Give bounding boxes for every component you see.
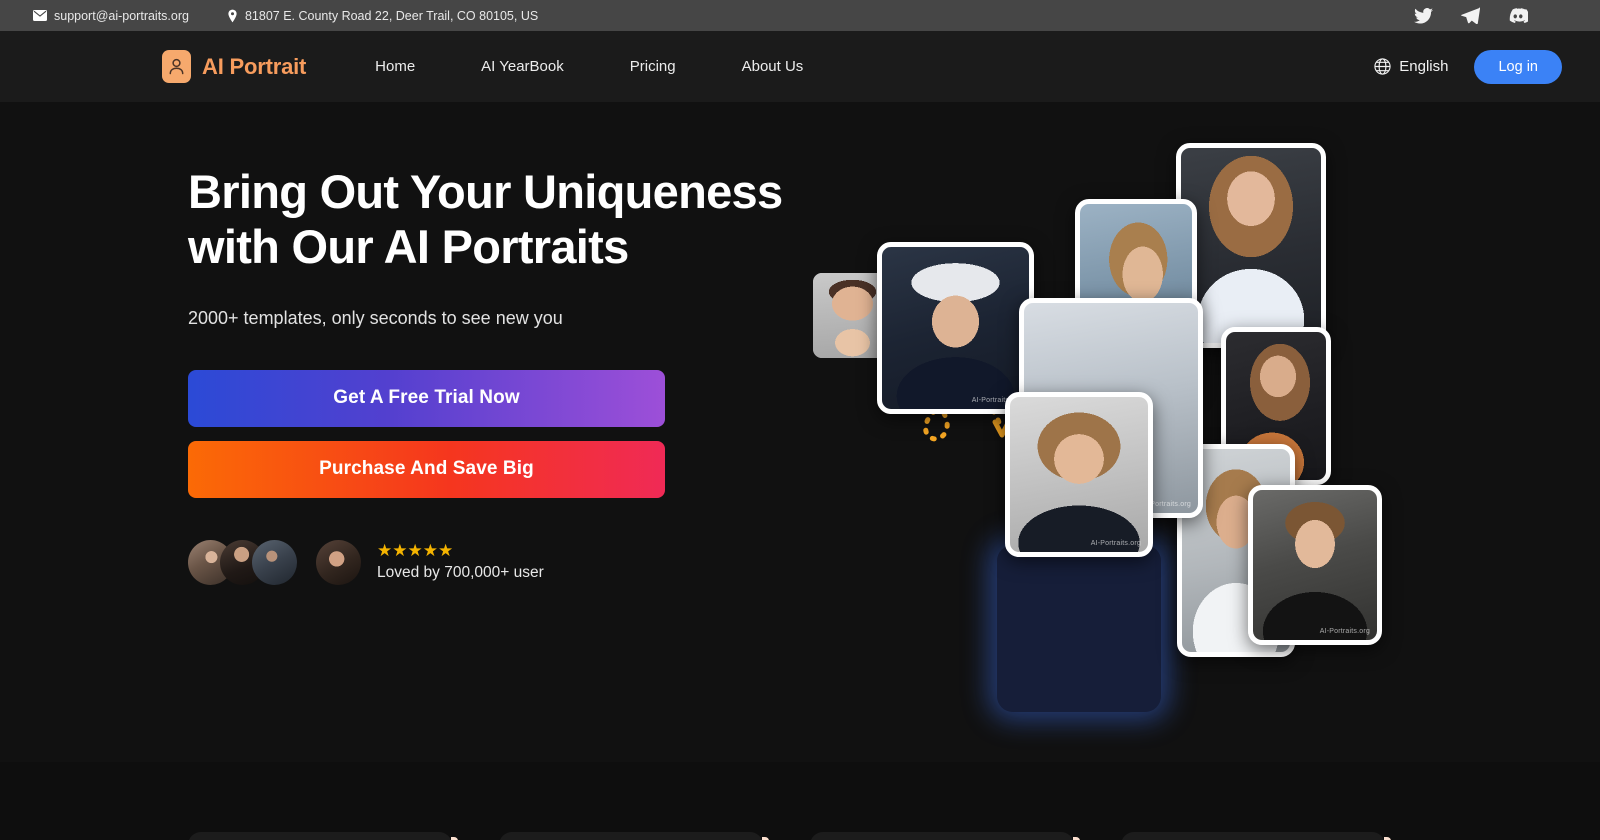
support-email[interactable]: support@ai-portraits.org [33, 9, 189, 23]
stat-card-templates: 2,000 Portrait Templates [188, 832, 452, 840]
social-links [1414, 7, 1574, 24]
user-avatar-icon [162, 50, 191, 83]
stat-card-visitors: 700,000 Visitors [810, 832, 1074, 840]
stats-row: 2,000 Portrait Templates 5 Seconds' Gene… [0, 832, 1600, 840]
nav-item-about-us[interactable]: About Us [709, 50, 837, 83]
tile-watermark: AI-Portraits.org [1090, 540, 1141, 547]
nav-item-ai-yearbook[interactable]: AI YearBook [448, 50, 597, 83]
nav-links: Home AI YearBook Pricing About Us [342, 50, 836, 83]
location-pin-icon [227, 9, 238, 23]
portrait-collage: AI-Portraits.org AI-Portraits.org AI-Por… [805, 102, 1425, 762]
hero-section: Bring Out Your Uniqueness with Our AI Po… [0, 102, 1600, 840]
brand-logo-group[interactable]: AI Portrait [162, 50, 306, 83]
globe-icon [1374, 58, 1391, 75]
twitter-icon[interactable] [1414, 7, 1433, 24]
company-address-text: 81807 E. County Road 22, Deer Trail, CO … [244, 8, 539, 23]
telegram-icon[interactable] [1461, 7, 1480, 24]
stat-card-wrap: 700,000 Visitors [810, 832, 1080, 840]
nav-right-group: English Log in [1374, 49, 1562, 84]
hero-title-line-2: with Our AI Portraits [188, 219, 629, 273]
discord-icon[interactable] [1508, 8, 1528, 23]
stat-card-portraits: 2 Million AI Portraits [1121, 832, 1385, 840]
language-selector[interactable]: English [1374, 58, 1448, 75]
envelope-icon [33, 10, 47, 21]
nav-item-pricing[interactable]: Pricing [597, 50, 709, 83]
avatar-group [188, 539, 361, 585]
language-label: English [1399, 58, 1449, 75]
stat-card-generation: 5 Seconds' Generation [499, 832, 763, 840]
loved-by-label: Loved by 700,000+ user [377, 564, 544, 582]
tile-business-suit[interactable]: AI-Portraits.org [1248, 485, 1382, 645]
company-address: 81807 E. County Road 22, Deer Trail, CO … [227, 9, 538, 23]
hero-content: Bring Out Your Uniqueness with Our AI Po… [188, 165, 828, 585]
rating-stars: ★★★★★ [377, 541, 454, 561]
top-utility-bar: support@ai-portraits.org 81807 E. County… [0, 0, 1600, 31]
tile-watermark: AI-Portraits.org [1319, 628, 1370, 635]
page-title: Bring Out Your Uniqueness with Our AI Po… [188, 165, 828, 275]
brand-name: AI Portrait [202, 53, 307, 79]
get-free-trial-button[interactable]: Get A Free Trial Now [188, 369, 665, 427]
tile-naval-officer[interactable]: AI-Portraits.org [877, 242, 1034, 414]
support-email-text: support@ai-portraits.org [54, 8, 189, 23]
tile-police-officer[interactable]: AI-Portraits.org [1005, 392, 1153, 557]
nav-item-home[interactable]: Home [342, 50, 448, 83]
stat-card-wrap: 2,000 Portrait Templates [188, 832, 458, 840]
purchase-save-big-button[interactable]: Purchase And Save Big [188, 440, 665, 498]
login-button[interactable]: Log in [1474, 49, 1562, 84]
avatar [316, 539, 361, 585]
hero-subtitle: 2000+ templates, only seconds to see new… [188, 307, 563, 328]
stat-card-wrap: 5 Seconds' Generation [499, 832, 769, 840]
stat-card-wrap: 2 Million AI Portraits [1121, 832, 1391, 840]
main-navigation: AI Portrait Home AI YearBook Pricing Abo… [0, 31, 1600, 102]
hero-title-line-1: Bring Out Your Uniqueness [188, 165, 783, 218]
proof-text-group: ★★★★★ Loved by 700,000+ user [377, 542, 544, 582]
highlight-glow [997, 545, 1161, 712]
social-proof: ★★★★★ Loved by 700,000+ user [188, 539, 828, 585]
